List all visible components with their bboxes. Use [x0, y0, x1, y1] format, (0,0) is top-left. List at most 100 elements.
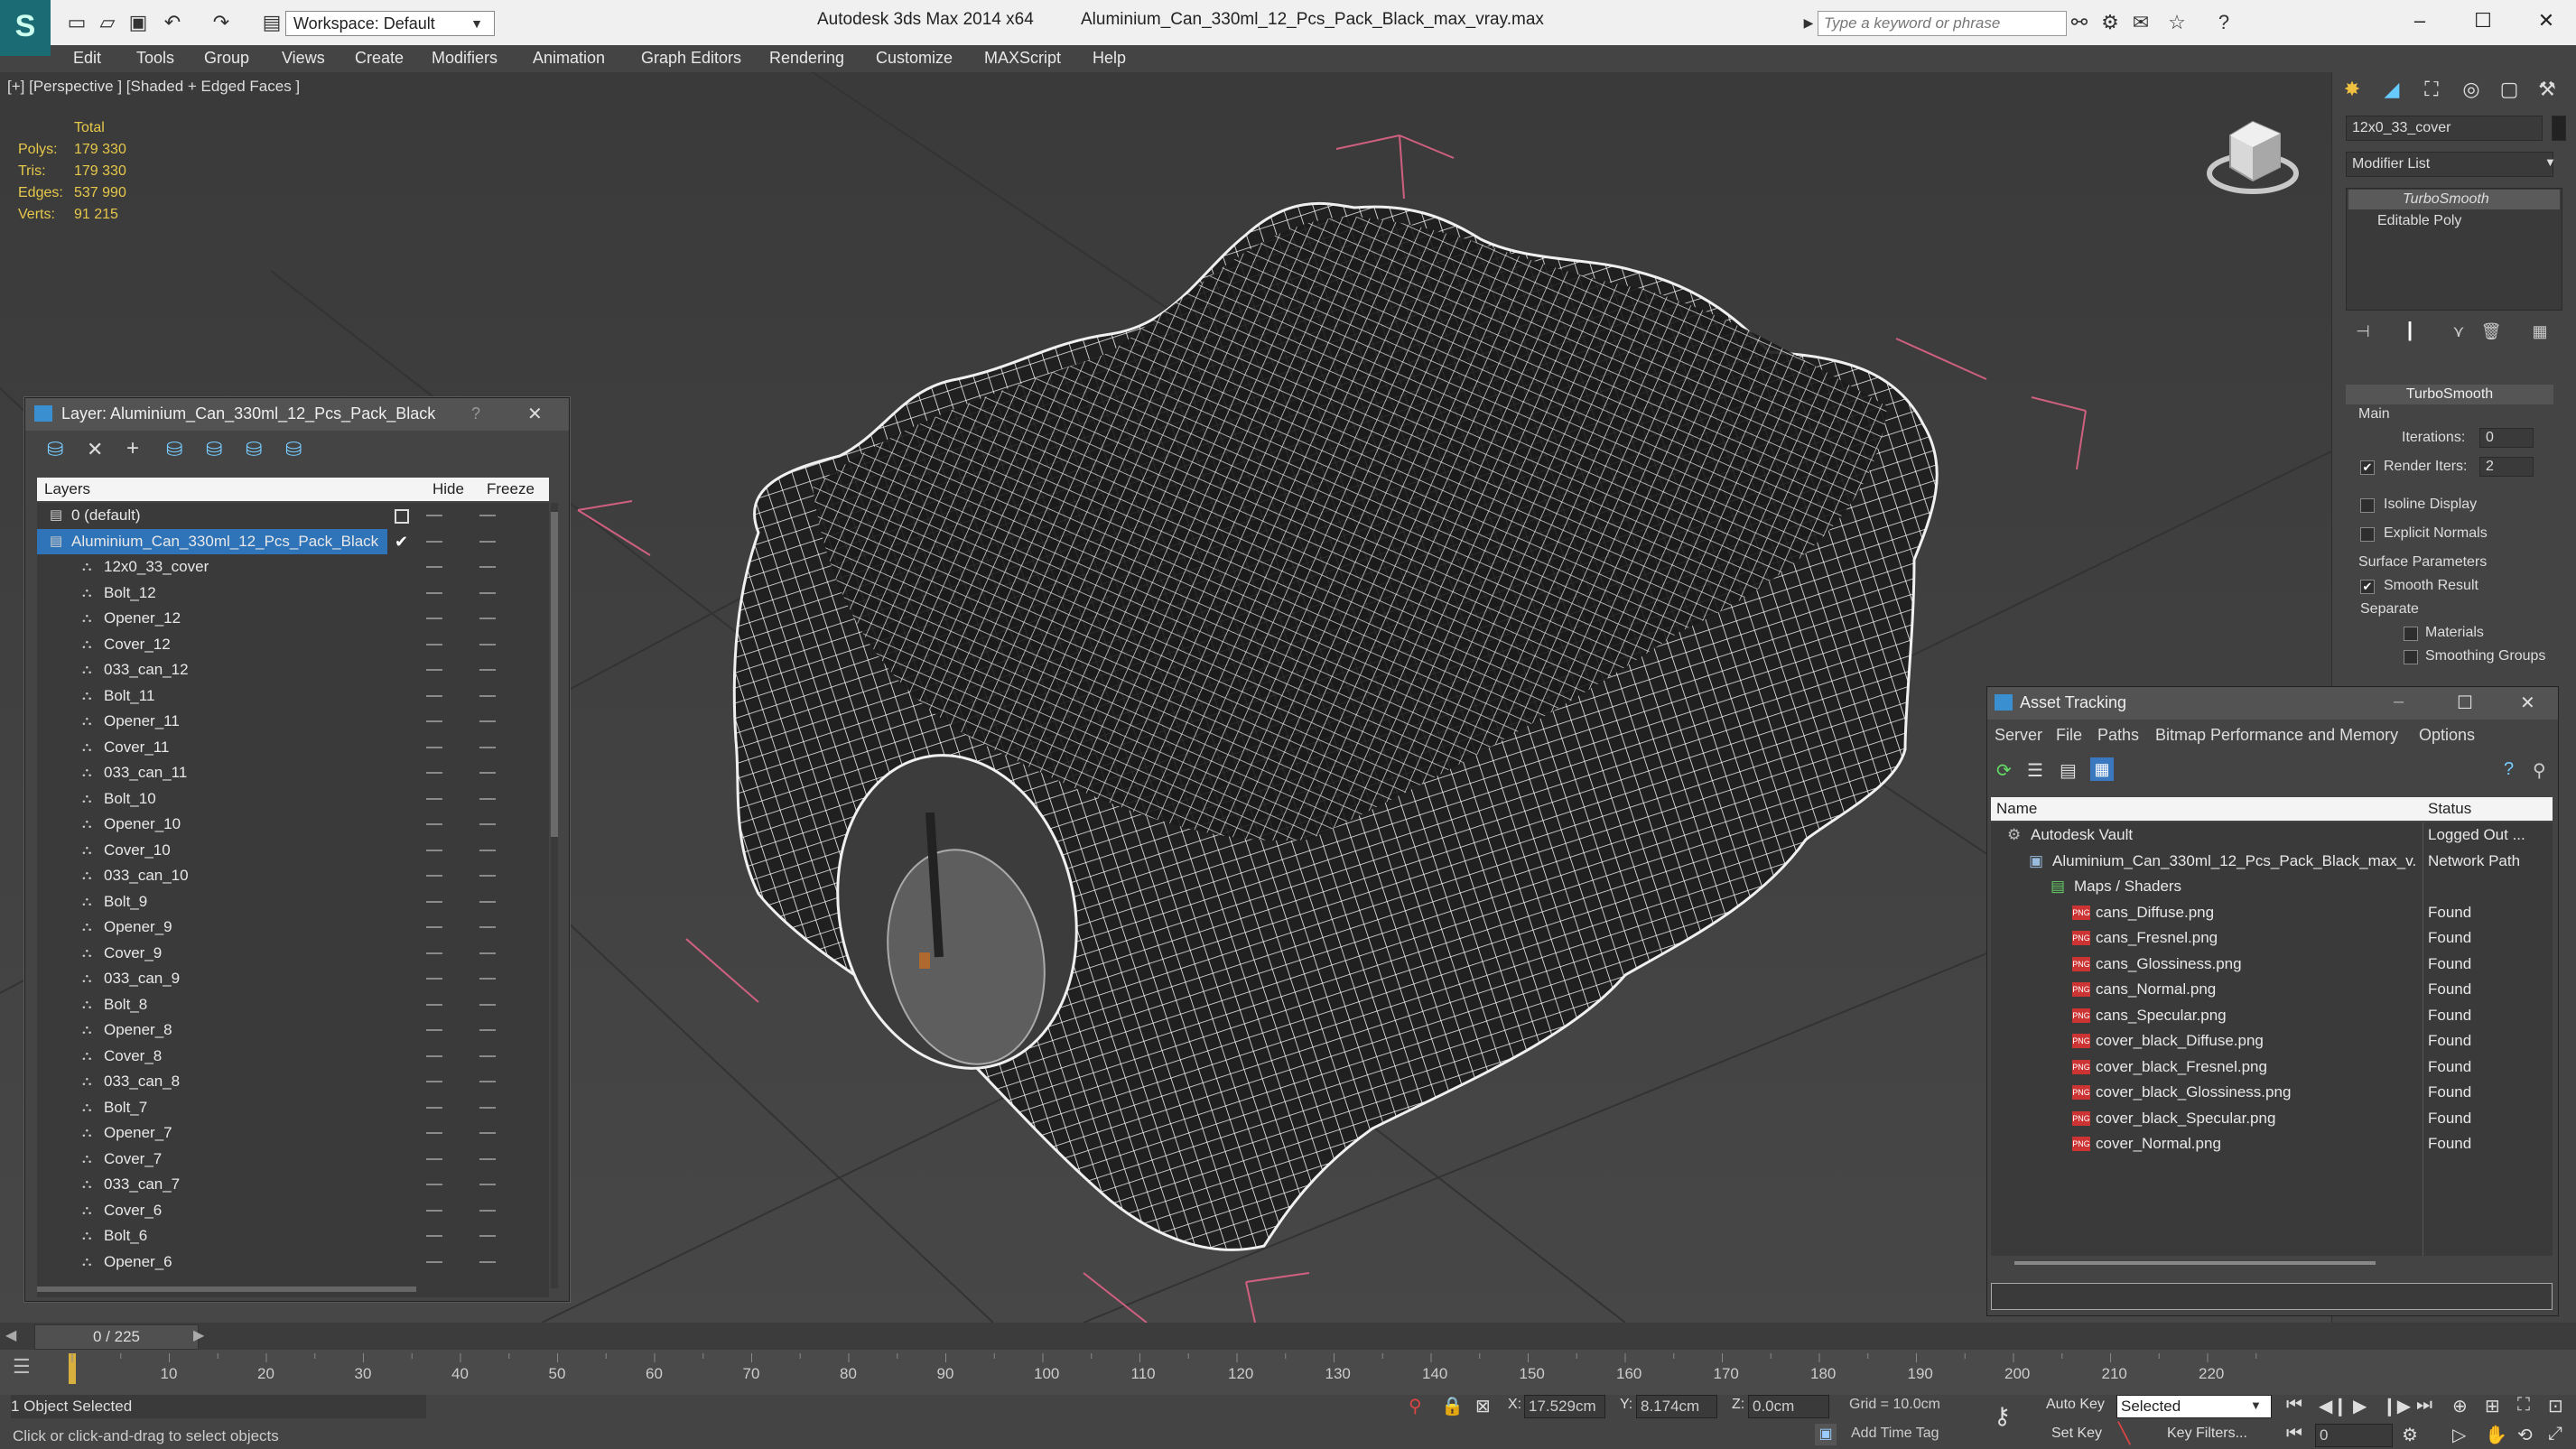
minimize-icon[interactable]: – — [2394, 692, 2404, 712]
freeze-toggle[interactable] — [479, 643, 496, 646]
layer-object-row[interactable]: ⛬ Bolt_9 — [37, 889, 549, 915]
menu-create[interactable]: Create — [355, 49, 404, 68]
chevron-down-icon[interactable]: ▼ — [2544, 155, 2556, 169]
horizontal-scrollbar[interactable] — [2014, 1261, 2376, 1265]
maximize-icon[interactable]: ☐ — [2457, 692, 2473, 714]
asset-row[interactable]: PNG cans_Diffuse.png Found — [1991, 900, 2553, 925]
selection-lock-icon[interactable]: 🔒 — [1441, 1395, 1464, 1417]
undo-icon[interactable]: ↶ — [161, 11, 184, 34]
hide-toggle[interactable] — [426, 694, 442, 697]
asset-row[interactable]: ▤ Maps / Shaders — [1991, 874, 2553, 899]
hide-toggle[interactable] — [426, 566, 442, 568]
hide-toggle[interactable] — [426, 849, 442, 851]
create-tab-icon[interactable]: ✸ — [2340, 78, 2364, 101]
x-coordinate-field[interactable]: 17.529cm — [1524, 1395, 1605, 1418]
next-frame-icon[interactable]: ▶ — [193, 1326, 204, 1344]
project-folder-icon[interactable]: ▤ — [260, 11, 284, 34]
modifier-list-dropdown[interactable]: Modifier List — [2346, 152, 2553, 177]
time-slider-thumb[interactable]: 0 / 225 — [34, 1324, 199, 1350]
hide-toggle[interactable] — [426, 591, 442, 594]
layer-object-row[interactable]: ⛬ Cover_6 — [37, 1198, 549, 1223]
render-iters-spinner[interactable]: 2 — [2479, 457, 2534, 477]
layer-object-row[interactable]: ⛬ 033_can_9 — [37, 966, 549, 991]
layer-object-row[interactable]: ⛬ 033_can_11 — [37, 760, 549, 785]
key-filters-button[interactable]: Key Filters... — [2167, 1426, 2247, 1442]
asset-row[interactable]: PNG cans_Normal.png Found — [1991, 977, 2553, 1002]
zoom-icon[interactable]: ⊕ — [2452, 1395, 2468, 1417]
refresh-icon[interactable]: ⟳ — [1996, 759, 2012, 782]
maximize-viewport-icon[interactable]: ⤢ — [2548, 1424, 2562, 1444]
key-selection-dropdown[interactable]: Selected — [2116, 1395, 2272, 1418]
asset-row[interactable]: PNG cans_Specular.png Found — [1991, 1003, 2553, 1028]
asset-row[interactable]: ⚙ Autodesk Vault Logged Out ... — [1991, 822, 2553, 848]
highlight-layer-icon[interactable]: ⛁ — [206, 438, 222, 461]
asset-row[interactable]: PNG cover_black_Diffuse.png Found — [1991, 1028, 2553, 1054]
hide-all-layers-icon[interactable]: ⛁ — [246, 438, 262, 461]
freeze-toggle[interactable] — [479, 746, 496, 748]
hide-toggle[interactable] — [426, 1106, 442, 1109]
layer-object-row[interactable]: ⛬ 033_can_7 — [37, 1172, 549, 1197]
layer-row[interactable]: ▤ 0 (default) — [37, 503, 549, 528]
create-layer-icon[interactable]: ⛁ — [47, 438, 63, 461]
layer-object-row[interactable]: ⛬ Opener_8 — [37, 1017, 549, 1043]
show-end-result-icon[interactable]: ┃ — [2398, 320, 2422, 343]
scrollbar-thumb[interactable] — [551, 512, 558, 837]
freeze-toggle[interactable] — [479, 1081, 496, 1082]
previous-key-icon[interactable]: ◀❙ — [2319, 1395, 2348, 1417]
asset-menu-paths[interactable]: Paths — [2097, 726, 2139, 745]
make-unique-icon[interactable]: ⋎ — [2447, 320, 2470, 343]
menu-views[interactable]: Views — [282, 49, 325, 68]
close-icon[interactable]: ✕ — [527, 403, 543, 425]
layer-object-row[interactable]: ⛬ Opener_11 — [37, 709, 549, 734]
layer-object-row[interactable]: ⛬ Opener_9 — [37, 915, 549, 940]
layer-object-row[interactable]: ⛬ Opener_7 — [37, 1120, 549, 1146]
maximize-button[interactable]: ☐ — [2465, 7, 2501, 34]
turbosmooth-rollout-header[interactable]: TurboSmooth — [2346, 385, 2553, 404]
key-mode-toggle-icon[interactable]: ⏮ — [2286, 1424, 2302, 1444]
menu-modifiers[interactable]: Modifiers — [432, 49, 498, 68]
help-question-icon[interactable]: ? — [2504, 759, 2514, 780]
asset-row[interactable]: ▣ Aluminium_Can_330ml_12_Pcs_Pack_Black_m… — [1991, 849, 2553, 874]
y-coordinate-field[interactable]: 8.174cm — [1636, 1395, 1717, 1418]
layer-object-row[interactable]: ⛬ 033_can_10 — [37, 863, 549, 888]
freeze-toggle[interactable] — [479, 1209, 496, 1212]
hide-toggle[interactable] — [426, 797, 442, 800]
col-hide[interactable]: Hide — [432, 480, 464, 498]
menu-graph-editors[interactable]: Graph Editors — [641, 49, 741, 68]
explicit-normals-checkbox[interactable] — [2360, 527, 2375, 542]
hide-toggle[interactable] — [426, 875, 442, 877]
binoculars-icon[interactable]: ⚯ — [2068, 11, 2091, 34]
hide-toggle[interactable] — [426, 1184, 442, 1185]
favorites-star-icon[interactable]: ☆ — [2165, 11, 2189, 34]
layer-object-row[interactable]: ⛬ Cover_8 — [37, 1044, 549, 1069]
layer-object-row[interactable]: ⛬ Bolt_7 — [37, 1095, 549, 1120]
freeze-toggle[interactable] — [479, 720, 496, 722]
play-icon[interactable]: ▶ — [2353, 1395, 2367, 1417]
layer-object-row[interactable]: ⛬ Opener_6 — [37, 1249, 549, 1275]
menu-help[interactable]: Help — [1093, 49, 1126, 68]
subscription-icon[interactable]: ⚙ — [2098, 11, 2122, 34]
field-of-view-icon[interactable]: ▷ — [2452, 1424, 2466, 1446]
isoline-display-checkbox[interactable] — [2360, 498, 2375, 513]
smoothing-groups-checkbox[interactable] — [2404, 650, 2418, 664]
asset-row[interactable]: PNG cover_Normal.png Found — [1991, 1131, 2553, 1156]
current-frame-field[interactable]: 0 — [2315, 1424, 2393, 1447]
go-to-end-icon[interactable]: ⏭ — [2416, 1395, 2432, 1416]
chevron-down-icon[interactable]: ▼ — [468, 11, 486, 36]
hide-toggle[interactable] — [426, 515, 442, 516]
go-to-start-icon[interactable]: ⏮ — [2286, 1395, 2302, 1416]
freeze-toggle[interactable] — [479, 515, 496, 516]
hierarchy-tab-icon[interactable]: ⛶ — [2420, 78, 2443, 101]
freeze-toggle[interactable] — [479, 669, 496, 671]
time-configuration-icon[interactable]: ⚙ — [2402, 1424, 2418, 1446]
freeze-toggle[interactable] — [479, 694, 496, 697]
render-iters-checkbox[interactable]: ✔ — [2360, 460, 2375, 475]
layer-object-row[interactable]: ⛬ Cover_9 — [37, 941, 549, 966]
freeze-toggle[interactable] — [479, 1054, 496, 1057]
col-layers[interactable]: Layers — [44, 480, 90, 498]
configure-modifier-sets-icon[interactable]: ▦ — [2528, 320, 2552, 343]
asset-row[interactable]: PNG cans_Glossiness.png Found — [1991, 952, 2553, 977]
layer-window-titlebar[interactable]: Layer: Aluminium_Can_330ml_12_Pcs_Pack_B… — [25, 398, 569, 431]
search-input[interactable]: Type a keyword or phrase — [1818, 11, 2067, 36]
save-icon[interactable]: ▣ — [126, 11, 150, 34]
